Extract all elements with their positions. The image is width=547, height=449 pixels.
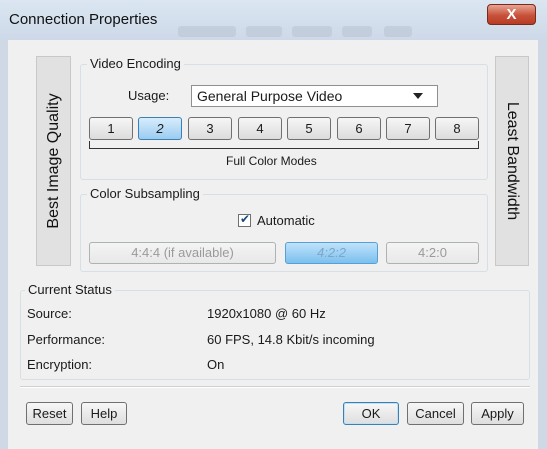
- least-bandwidth-panel: Least Bandwidth: [495, 56, 529, 266]
- video-encoding-title: Video Encoding: [87, 56, 184, 71]
- mode-button-2[interactable]: 2: [138, 117, 182, 140]
- ok-button[interactable]: OK: [343, 402, 399, 425]
- status-source-label: Source:: [27, 306, 72, 321]
- subsampling-420-button[interactable]: 4:2:0: [386, 242, 479, 264]
- reset-button[interactable]: Reset: [26, 402, 73, 425]
- window-title: Connection Properties: [9, 11, 158, 28]
- automatic-label: Automatic: [257, 213, 315, 228]
- automatic-checkbox[interactable]: ✔: [238, 212, 251, 227]
- help-button[interactable]: Help: [81, 402, 127, 425]
- usage-value: General Purpose Video: [197, 88, 343, 104]
- usage-dropdown[interactable]: General Purpose Video: [191, 85, 438, 107]
- status-performance-label: Performance:: [27, 332, 106, 347]
- full-color-bracket: [89, 141, 479, 149]
- status-encryption-label: Encryption:: [27, 357, 93, 372]
- ghost-tab: [292, 26, 332, 37]
- title-bar: Connection Properties X: [0, 0, 547, 40]
- close-button[interactable]: X: [487, 4, 536, 25]
- video-encoding-group: Video Encoding Usage: General Purpose Vi…: [80, 56, 488, 180]
- usage-label: Usage:: [128, 88, 170, 103]
- mode-button-5[interactable]: 5: [287, 117, 331, 140]
- bottom-separator: [20, 386, 530, 388]
- chevron-down-icon: [413, 93, 423, 99]
- status-performance-value: 60 FPS, 14.8 Kbit/s incoming: [207, 332, 375, 347]
- mode-button-6[interactable]: 6: [337, 117, 381, 140]
- color-subsampling-title: Color Subsampling: [87, 186, 203, 201]
- connection-properties-window: Connection Properties X Best Image Quali…: [0, 0, 547, 449]
- subsampling-422-button[interactable]: 4:2:2: [285, 242, 378, 264]
- status-encryption-value: On: [207, 357, 225, 372]
- dialog-body: Best Image Quality Least Bandwidth Video…: [8, 40, 538, 449]
- ghost-tab: [384, 26, 412, 37]
- close-icon: X: [506, 6, 517, 23]
- ghost-tab: [246, 26, 282, 37]
- mode-button-7[interactable]: 7: [386, 117, 430, 140]
- mode-button-3[interactable]: 3: [188, 117, 232, 140]
- best-quality-panel: Best Image Quality: [36, 56, 71, 266]
- cancel-button[interactable]: Cancel: [407, 402, 464, 425]
- current-status-group: Current Status Source: 1920x1080 @ 60 Hz…: [20, 282, 530, 380]
- mode-buttons-row: 1 2 3 4 5 6 7 8: [89, 117, 479, 141]
- ghost-tab: [342, 26, 372, 37]
- ghost-tab: [178, 26, 236, 37]
- window-frame-left: [0, 40, 8, 449]
- color-subsampling-group: Color Subsampling ✔ Automatic 4:4:4 (if …: [80, 186, 488, 272]
- mode-button-1[interactable]: 1: [89, 117, 133, 140]
- mode-button-4[interactable]: 4: [238, 117, 282, 140]
- mode-button-8[interactable]: 8: [435, 117, 479, 140]
- apply-button[interactable]: Apply: [471, 402, 524, 425]
- best-quality-label: Best Image Quality: [44, 93, 62, 229]
- subsampling-444-button[interactable]: 4:4:4 (if available): [89, 242, 276, 264]
- current-status-title: Current Status: [25, 282, 115, 297]
- background-tabs-blurred: [178, 26, 478, 38]
- checkmark-icon: ✔: [240, 212, 251, 226]
- full-color-modes-label: Full Color Modes: [226, 154, 317, 168]
- status-source-value: 1920x1080 @ 60 Hz: [207, 306, 326, 321]
- window-frame-right: [538, 40, 547, 449]
- least-bandwidth-label: Least Bandwidth: [504, 101, 521, 221]
